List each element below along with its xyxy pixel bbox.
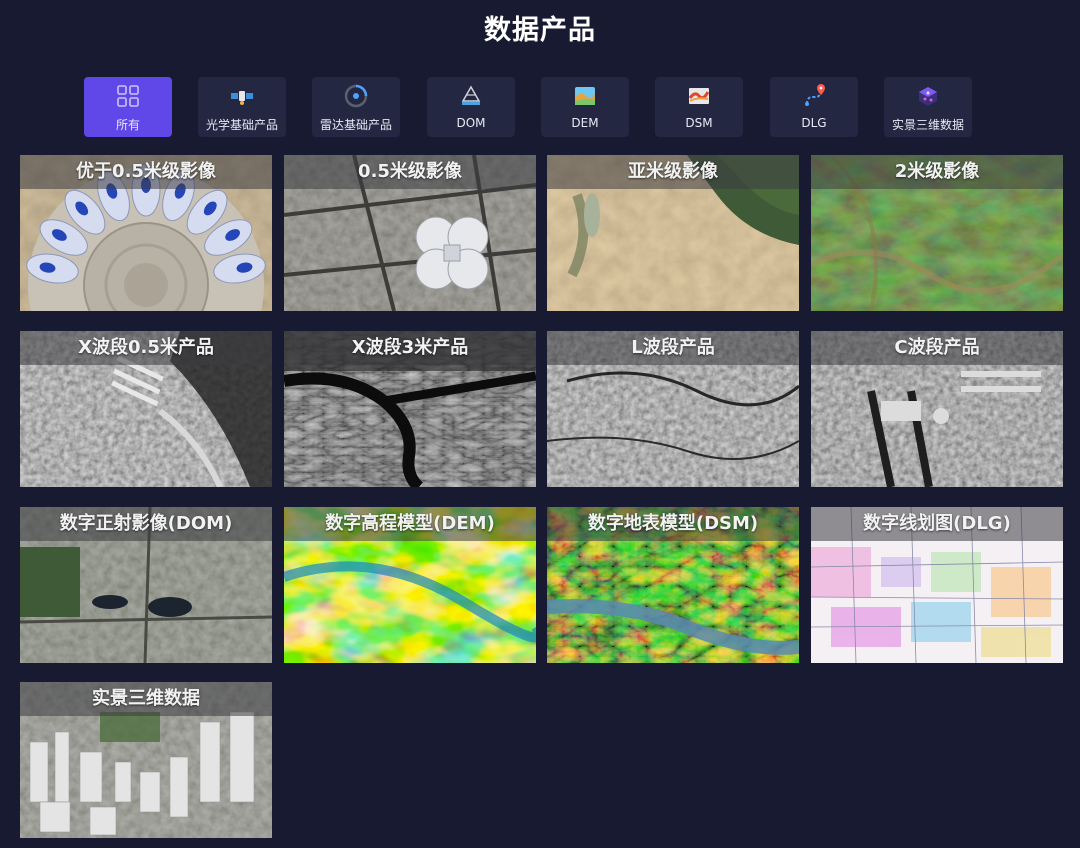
- product-card[interactable]: 2米级影像: [811, 155, 1063, 311]
- product-card-title: 数字线划图(DLG): [811, 507, 1063, 541]
- tab-optical-base[interactable]: 光学基础产品: [198, 77, 286, 137]
- product-card[interactable]: 数字线划图(DLG): [811, 507, 1063, 663]
- product-card-title: C波段产品: [811, 331, 1063, 365]
- tab-radar-base[interactable]: 雷达基础产品: [312, 77, 400, 137]
- product-card-title: 数字高程模型(DEM): [284, 507, 536, 541]
- tab-label: DLG: [801, 116, 827, 130]
- tab-all[interactable]: 所有: [84, 77, 172, 137]
- product-card[interactable]: L波段产品: [547, 331, 799, 487]
- tab-dsm[interactable]: DSM: [655, 77, 743, 137]
- product-card[interactable]: X波段0.5米产品: [20, 331, 272, 487]
- tab-dem[interactable]: DEM: [541, 77, 629, 137]
- product-card-title: X波段0.5米产品: [20, 331, 272, 365]
- product-card-title: 数字正射影像(DOM): [20, 507, 272, 541]
- product-card-title: X波段3米产品: [284, 331, 536, 365]
- product-card-title: 优于0.5米级影像: [20, 155, 272, 189]
- product-card[interactable]: X波段3米产品: [284, 331, 536, 487]
- tab-dlg[interactable]: DLG: [770, 77, 858, 137]
- pyramid-layers-icon: [461, 85, 481, 105]
- product-card[interactable]: 实景三维数据: [20, 682, 272, 838]
- product-card[interactable]: 数字地表模型(DSM): [547, 507, 799, 663]
- tab-label: 雷达基础产品: [319, 118, 392, 132]
- 3d-cube-icon: [919, 87, 937, 106]
- product-card-title: 0.5米级影像: [284, 155, 536, 189]
- page-title: 数据产品: [484, 15, 596, 46]
- tab-label: DSM: [685, 116, 713, 130]
- product-card[interactable]: 数字高程模型(DEM): [284, 507, 536, 663]
- tab-label: 所有: [115, 118, 140, 132]
- route-pin-icon: [805, 84, 825, 106]
- tab-dom[interactable]: DOM: [427, 77, 515, 137]
- product-card-title: 2米级影像: [811, 155, 1063, 189]
- tab-label: 光学基础产品: [205, 118, 278, 132]
- product-card-title: L波段产品: [547, 331, 799, 365]
- grid-icon: [117, 85, 139, 107]
- product-card[interactable]: 0.5米级影像: [284, 155, 536, 311]
- product-card-title: 亚米级影像: [547, 155, 799, 189]
- tab-label: DEM: [571, 116, 599, 130]
- product-card[interactable]: 优于0.5米级影像: [20, 155, 272, 311]
- product-card-title: 实景三维数据: [20, 682, 272, 716]
- satellite-icon: [231, 91, 253, 105]
- surface-map-icon: [688, 88, 710, 104]
- product-card[interactable]: C波段产品: [811, 331, 1063, 487]
- product-card-title: 数字地表模型(DSM): [547, 507, 799, 541]
- product-card[interactable]: 数字正射影像(DOM): [20, 507, 272, 663]
- radar-icon: [344, 84, 368, 108]
- product-card[interactable]: 亚米级影像: [547, 155, 799, 311]
- tab-label: DOM: [456, 116, 486, 130]
- tab-3d-realscene[interactable]: 实景三维数据: [884, 77, 972, 137]
- tab-label: 实景三维数据: [891, 118, 964, 132]
- elevation-map-icon: [575, 87, 595, 105]
